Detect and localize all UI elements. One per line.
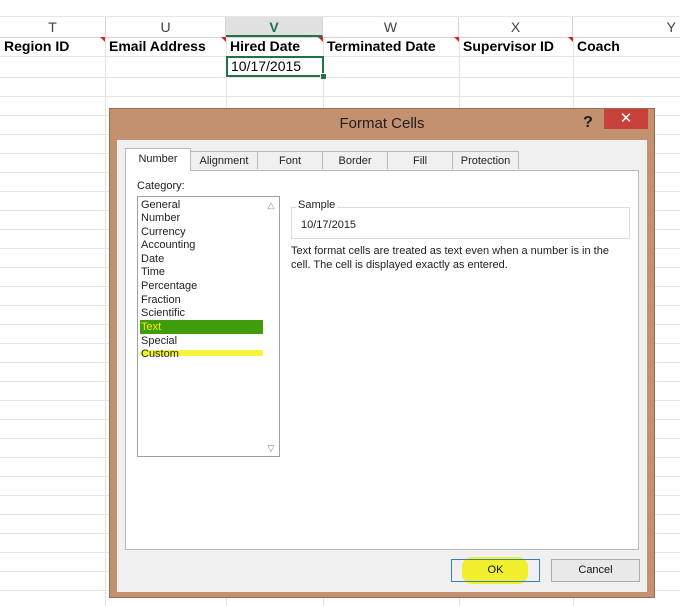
scroll-down-icon[interactable]: ▽	[263, 440, 279, 456]
column-header-y[interactable]: Y	[573, 17, 680, 37]
ok-button[interactable]: OK	[451, 559, 540, 582]
format-description: Text format cells are treated as text ev…	[291, 245, 609, 271]
dialog-title: Format Cells	[339, 115, 425, 132]
category-text[interactable]: Text	[140, 320, 263, 334]
dialog-body: Number Alignment Font Border Fill Protec…	[117, 140, 647, 592]
column-header-x[interactable]: X	[459, 17, 573, 37]
comment-indicator	[568, 37, 573, 42]
category-scrollbar[interactable]: △ ▽	[263, 197, 279, 456]
comment-indicator	[100, 37, 105, 42]
sample-value: 10/17/2015	[301, 219, 357, 231]
gridline	[0, 96, 680, 97]
tab-alignment[interactable]: Alignment	[190, 151, 258, 169]
cell-region-id[interactable]: Region ID	[0, 37, 105, 56]
tab-font[interactable]: Font	[257, 151, 323, 169]
number-tab-panel: Category: General Number Currency Accoun…	[125, 170, 639, 550]
category-label: Category:	[137, 180, 185, 192]
category-general[interactable]: General	[140, 198, 263, 212]
column-header-u[interactable]: U	[106, 17, 226, 37]
gridline	[105, 37, 106, 606]
comment-indicator	[454, 37, 459, 42]
tab-fill[interactable]: Fill	[387, 151, 453, 169]
help-button[interactable]: ?	[578, 111, 598, 135]
sample-label: Sample	[296, 199, 338, 211]
selected-cell-v2[interactable]: 10/17/2015	[226, 56, 324, 77]
tab-border[interactable]: Border	[322, 151, 388, 169]
category-custom[interactable]: Custom	[140, 347, 263, 361]
close-button[interactable]: ✕	[604, 109, 648, 129]
category-percentage[interactable]: Percentage	[140, 279, 263, 293]
cell-terminated-date[interactable]: Terminated Date	[323, 37, 459, 56]
cancel-button[interactable]: Cancel	[551, 559, 640, 582]
gridline	[0, 56, 680, 57]
tab-number[interactable]: Number	[125, 148, 191, 171]
cell-email-address[interactable]: Email Address	[105, 37, 226, 56]
category-date[interactable]: Date	[140, 252, 263, 266]
tab-protection[interactable]: Protection	[452, 151, 519, 169]
scroll-up-icon[interactable]: △	[263, 197, 279, 213]
format-cells-dialog: Format Cells ? ✕ Number Alignment Font B…	[109, 108, 655, 598]
column-header-w[interactable]: W	[323, 17, 459, 37]
category-time[interactable]: Time	[140, 265, 263, 279]
category-currency[interactable]: Currency	[140, 225, 263, 239]
gridline	[0, 77, 680, 78]
category-special[interactable]: Special	[140, 334, 263, 348]
category-accounting[interactable]: Accounting	[140, 238, 263, 252]
column-header-v[interactable]: V	[226, 17, 323, 37]
category-number[interactable]: Number	[140, 211, 263, 225]
cell-supervisor-id[interactable]: Supervisor ID	[459, 37, 573, 56]
category-listbox[interactable]: General Number Currency Accounting Date …	[137, 196, 280, 457]
fill-handle[interactable]	[320, 73, 327, 80]
comment-indicator	[318, 37, 323, 42]
cell-hired-date[interactable]: Hired Date	[226, 37, 323, 56]
comment-indicator	[221, 37, 226, 42]
category-fraction[interactable]: Fraction	[140, 293, 263, 307]
category-scientific[interactable]: Scientific	[140, 306, 263, 320]
column-header-t[interactable]: T	[0, 17, 106, 37]
cell-coach[interactable]: Coach	[573, 37, 680, 56]
column-header-bar: T U V W X Y	[0, 16, 680, 38]
